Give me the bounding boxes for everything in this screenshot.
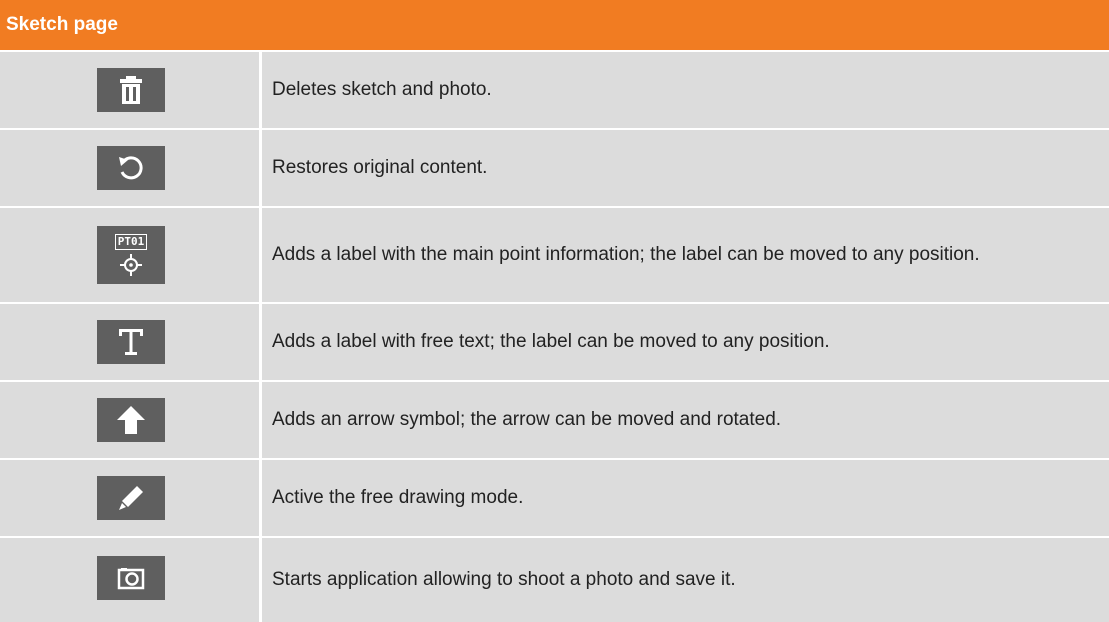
camera-button[interactable] bbox=[97, 556, 165, 600]
table-row: Adds an arrow symbol; the arrow can be m… bbox=[0, 382, 1109, 458]
draw-button[interactable] bbox=[97, 476, 165, 520]
arrow-button[interactable] bbox=[97, 398, 165, 442]
text-label-icon bbox=[118, 328, 144, 356]
table-row: Deletes sketch and photo. bbox=[0, 52, 1109, 128]
arrow-up-icon bbox=[116, 405, 146, 435]
description-cell: Adds an arrow symbol; the arrow can be m… bbox=[262, 382, 1109, 458]
table-row: Active the free drawing mode. bbox=[0, 460, 1109, 536]
camera-icon bbox=[117, 566, 145, 590]
icon-cell bbox=[0, 304, 259, 380]
table-row: PT01 Adds a label with the main point in… bbox=[0, 208, 1109, 302]
delete-button[interactable] bbox=[97, 68, 165, 112]
icon-cell bbox=[0, 460, 259, 536]
point-label-icon: PT01 bbox=[114, 233, 148, 277]
pencil-icon bbox=[117, 484, 145, 512]
sketch-page-table: Sketch page Deletes sketch and photo. Re… bbox=[0, 0, 1109, 622]
description-cell: Restores original content. bbox=[262, 130, 1109, 206]
restore-button[interactable] bbox=[97, 146, 165, 190]
description-cell: Adds a label with free text; the label c… bbox=[262, 304, 1109, 380]
icon-cell bbox=[0, 538, 259, 622]
table-row: Adds a label with free text; the label c… bbox=[0, 304, 1109, 380]
table-header: Sketch page bbox=[0, 0, 1109, 50]
description-cell: Starts application allowing to shoot a p… bbox=[262, 538, 1109, 622]
description-cell: Active the free drawing mode. bbox=[262, 460, 1109, 536]
icon-cell: PT01 bbox=[0, 208, 259, 302]
icon-cell bbox=[0, 52, 259, 128]
description-cell: Deletes sketch and photo. bbox=[262, 52, 1109, 128]
table-row: Restores original content. bbox=[0, 130, 1109, 206]
trash-icon bbox=[119, 76, 143, 104]
table-row: Starts application allowing to shoot a p… bbox=[0, 538, 1109, 622]
description-cell: Adds a label with the main point informa… bbox=[262, 208, 1109, 302]
point-label-text: PT01 bbox=[114, 233, 148, 250]
point-label-button[interactable]: PT01 bbox=[97, 226, 165, 284]
icon-cell bbox=[0, 130, 259, 206]
text-label-button[interactable] bbox=[97, 320, 165, 364]
icon-cell bbox=[0, 382, 259, 458]
restore-icon bbox=[116, 153, 146, 183]
